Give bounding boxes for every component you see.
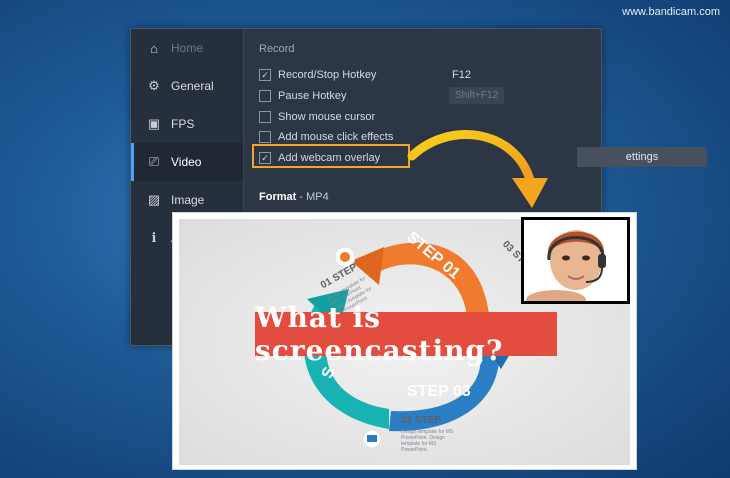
- webcam-overlay[interactable]: [521, 217, 630, 304]
- step02-title: 02 STEP: [401, 415, 442, 426]
- person-with-headset-icon: [524, 220, 627, 301]
- step03-arrow-label: STEP 03: [407, 383, 471, 400]
- slide-headline: What is screencasting?: [255, 301, 557, 367]
- webcam-feed: [524, 220, 627, 301]
- step02-description: Design template for MS PowerPoint. Desig…: [401, 429, 454, 453]
